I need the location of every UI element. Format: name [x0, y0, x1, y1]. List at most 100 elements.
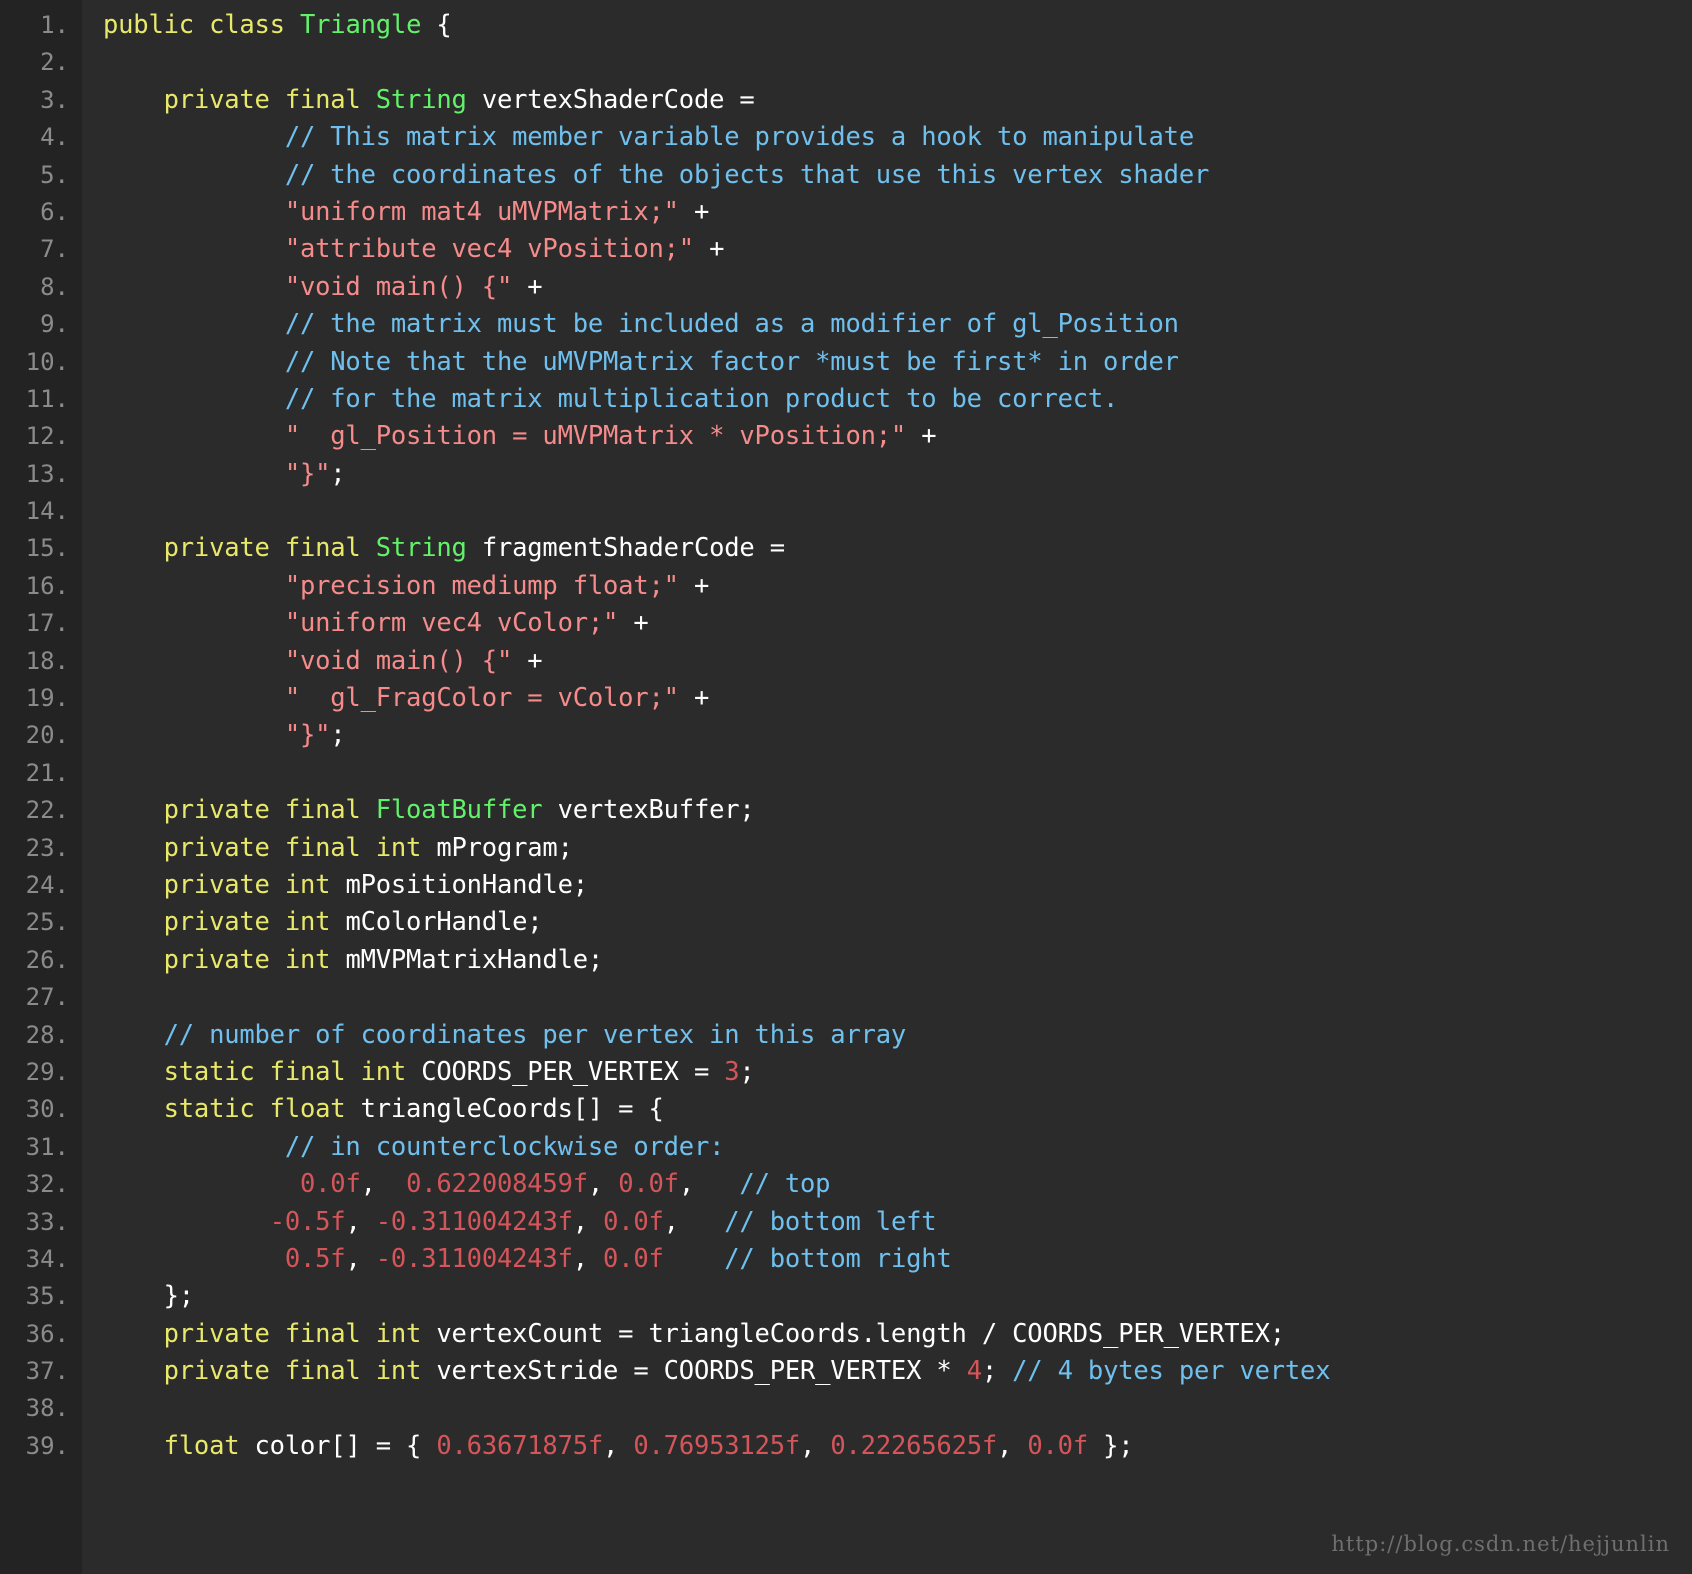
code-token-plain: }; — [103, 1281, 195, 1312]
code-line[interactable]: private final int vertexStride = COORDS_… — [103, 1353, 1692, 1390]
code-token-plain: mProgram; — [421, 832, 573, 863]
code-token-num: 3 — [724, 1056, 740, 1087]
code-token-cmt: // top — [739, 1169, 831, 1200]
code-line[interactable]: // in counterclockwise order: — [103, 1129, 1692, 1166]
code-line[interactable]: "uniform mat4 uMVPMatrix;" + — [103, 194, 1692, 231]
code-token-plain: , — [997, 1430, 1028, 1461]
code-line[interactable]: // number of coordinates per vertex in t… — [103, 1017, 1692, 1054]
code-line[interactable]: static float triangleCoords[] = { — [103, 1091, 1692, 1128]
code-token-plain: vertexCount = triangleCoords.length / CO… — [421, 1318, 1285, 1349]
code-line[interactable]: "void main() {" + — [103, 269, 1692, 306]
code-token-plain: , — [572, 1243, 604, 1274]
code-line[interactable]: float color[] = { 0.63671875f, 0.7695312… — [103, 1428, 1692, 1465]
code-line[interactable]: // Note that the uMVPMatrix factor *must… — [103, 344, 1692, 381]
line-number: 7. — [40, 235, 69, 264]
code-line[interactable] — [103, 1390, 1692, 1427]
code-line[interactable]: private int mColorHandle; — [103, 904, 1692, 941]
code-content-pane[interactable]: public class Triangle { private final St… — [83, 0, 1692, 1574]
code-token-kw: class — [209, 10, 300, 40]
code-token-plain: + — [678, 570, 710, 601]
code-line[interactable]: private final FloatBuffer vertexBuffer; — [103, 792, 1692, 829]
code-token-num: -0.311004243f — [375, 1206, 573, 1237]
line-number: 4. — [40, 123, 69, 152]
code-line[interactable] — [103, 493, 1692, 530]
code-token-plain: mMVPMatrixHandle; — [330, 944, 604, 975]
code-line[interactable]: -0.5f, -0.311004243f, 0.0f, // bottom le… — [103, 1204, 1692, 1241]
code-token-plain: ; — [330, 720, 346, 751]
code-token-str: "precision mediump float;" — [284, 570, 679, 601]
code-line[interactable]: "attribute vec4 vPosition;" + — [103, 231, 1692, 268]
code-token-plain: ; — [330, 458, 346, 489]
code-line[interactable]: private final int mProgram; — [103, 830, 1692, 867]
code-line[interactable] — [103, 755, 1692, 792]
code-token-str: " gl_Position = uMVPMatrix * vPosition;" — [284, 421, 907, 452]
line-number: 28. — [25, 1020, 69, 1049]
code-token-cmt: // bottom right — [724, 1243, 952, 1274]
code-token-cmt: // bottom left — [724, 1206, 937, 1237]
code-line[interactable]: private final String fragmentShaderCode … — [103, 530, 1692, 567]
line-number: 36. — [25, 1319, 69, 1348]
code-token-kw: static final int — [163, 1056, 407, 1087]
code-token-plain: ; — [981, 1356, 1013, 1387]
line-number: 39. — [25, 1431, 69, 1460]
code-line[interactable]: static final int COORDS_PER_VERTEX = 3; — [103, 1054, 1692, 1091]
code-line[interactable]: // for the matrix multiplication product… — [103, 381, 1692, 418]
code-line[interactable]: // the matrix must be included as a modi… — [103, 306, 1692, 343]
code-token-str: "void main() {" — [284, 645, 513, 676]
code-token-cmt: // the coordinates of the objects that u… — [284, 159, 1210, 190]
code-token-cmt: // for the matrix multiplication product… — [284, 383, 1119, 414]
code-token-plain: }; — [1087, 1430, 1134, 1461]
line-number: 32. — [25, 1170, 69, 1199]
code-line[interactable]: "precision mediump float;" + — [103, 568, 1692, 605]
code-token-kw: private final — [163, 795, 376, 826]
code-token-num: 0.22265625f — [830, 1430, 998, 1461]
code-line[interactable]: "}"; — [103, 456, 1692, 493]
code-line[interactable]: public class Triangle { — [103, 7, 1692, 44]
code-line[interactable]: private final int vertexCount = triangle… — [103, 1316, 1692, 1353]
code-token-plain: , — [345, 1243, 376, 1274]
line-number: 9. — [40, 310, 69, 339]
code-line[interactable]: 0.0f, 0.622008459f, 0.0f, // top — [103, 1166, 1692, 1203]
code-line[interactable]: // This matrix member variable provides … — [103, 119, 1692, 156]
code-line[interactable]: "uniform vec4 vColor;" + — [103, 605, 1692, 642]
code-token-num: 0.0f — [299, 1169, 361, 1200]
code-line[interactable]: }; — [103, 1278, 1692, 1315]
code-line[interactable]: " gl_FragColor = vColor;" + — [103, 680, 1692, 717]
code-line[interactable] — [103, 44, 1692, 81]
code-line[interactable]: "}"; — [103, 717, 1692, 754]
code-line[interactable]: private int mPositionHandle; — [103, 867, 1692, 904]
line-number: 8. — [40, 272, 69, 301]
code-token-plain: + — [512, 271, 543, 302]
code-line[interactable]: 0.5f, -0.311004243f, 0.0f // bottom righ… — [103, 1241, 1692, 1278]
code-token-plain: , — [678, 1169, 740, 1200]
code-token-plain: vertexShaderCode = — [466, 84, 755, 115]
code-line[interactable] — [103, 979, 1692, 1016]
code-line[interactable]: " gl_Position = uMVPMatrix * vPosition;"… — [103, 418, 1692, 455]
code-line[interactable]: "void main() {" + — [103, 643, 1692, 680]
code-token-plain: + — [693, 234, 725, 265]
code-token-cmt: // 4 bytes per vertex — [1012, 1356, 1331, 1387]
code-token-type: FloatBuffer — [375, 795, 543, 826]
code-token-cmt: // the matrix must be included as a modi… — [284, 309, 1179, 340]
code-token-type: Triangle — [300, 10, 422, 40]
code-token-num: 0.5f — [284, 1243, 346, 1274]
line-number: 11. — [25, 384, 69, 413]
code-line[interactable]: // the coordinates of the objects that u… — [103, 157, 1692, 194]
code-line[interactable]: private final String vertexShaderCode = — [103, 82, 1692, 119]
line-number: 31. — [25, 1132, 69, 1161]
code-line[interactable]: private int mMVPMatrixHandle; — [103, 942, 1692, 979]
